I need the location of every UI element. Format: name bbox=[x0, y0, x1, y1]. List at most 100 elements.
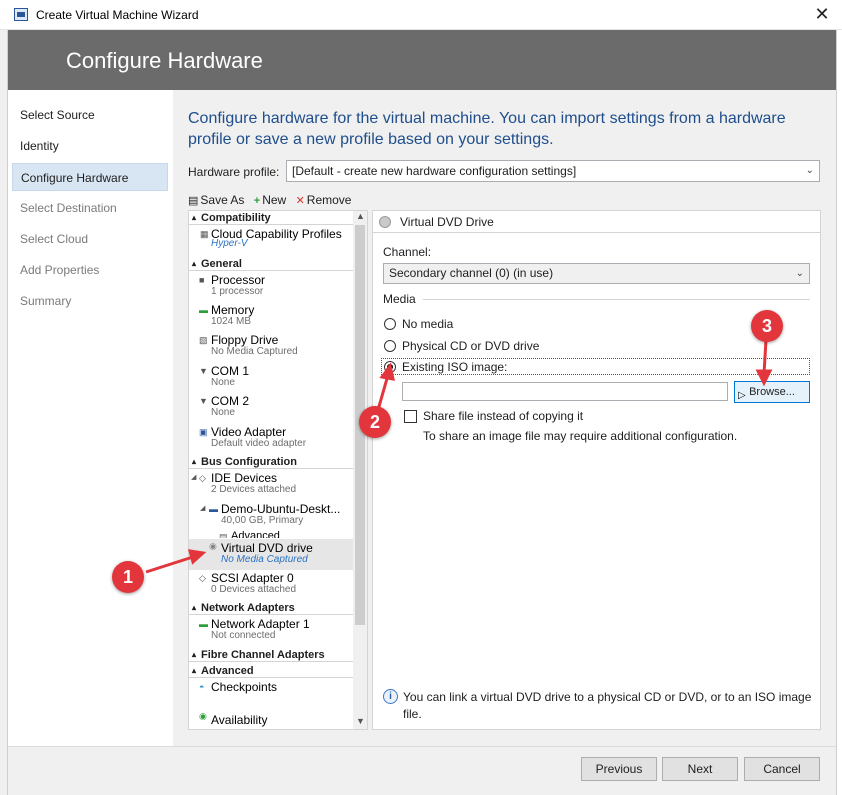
tree-item-sub: None bbox=[211, 377, 235, 388]
dvd-settings-panel: Virtual DVD Drive Channel: Secondary cha… bbox=[372, 210, 821, 730]
tree-item-name: Processor bbox=[211, 273, 266, 287]
step-configure-hardware[interactable]: Configure Hardware bbox=[12, 163, 168, 191]
share-file-note: To share an image file may require addit… bbox=[423, 429, 738, 443]
no-media-label[interactable]: No media bbox=[402, 317, 453, 331]
save-icon: ▤ bbox=[188, 195, 199, 207]
tree-item-checkpoints[interactable]: ◓ Checkpoints bbox=[189, 680, 353, 710]
next-button[interactable]: Next bbox=[662, 757, 738, 781]
step-summary: Summary bbox=[20, 294, 72, 308]
serial-port-icon: ▼ bbox=[199, 396, 208, 406]
close-icon[interactable]: ✕ bbox=[808, 2, 836, 26]
tree-item-availability[interactable]: ◉ Availability bbox=[189, 709, 353, 729]
tree-item-virtual-disk[interactable]: ◢ ▬ Demo-Ubuntu-Deskt... 40,00 GB, Prima… bbox=[189, 502, 353, 532]
tree-item-virtual-dvd-drive[interactable]: ◉ Virtual DVD drive No Media Captured bbox=[189, 539, 353, 570]
tree-item-sub: Default video adapter bbox=[211, 438, 307, 449]
tree-item-sub: Not connected bbox=[211, 630, 276, 641]
radio-no-media[interactable] bbox=[384, 318, 396, 330]
collapse-icon[interactable]: ◢ bbox=[200, 504, 209, 513]
remove-button[interactable]: ✕ Remove bbox=[296, 193, 352, 207]
tree-item-ide-devices[interactable]: ◢ ◇ IDE Devices 2 Devices attached bbox=[189, 471, 353, 501]
annotation-marker-1: 1 bbox=[112, 561, 144, 593]
step-identity[interactable]: Identity bbox=[12, 132, 168, 160]
panel-header: Virtual DVD Drive bbox=[373, 211, 820, 233]
hard-disk-icon: ▬ bbox=[209, 504, 218, 514]
background-window-edge-right bbox=[836, 30, 842, 795]
tree-item-processor[interactable]: ■ Processor 1 processor bbox=[189, 273, 353, 303]
tree-item-name: SCSI Adapter 0 bbox=[211, 571, 294, 585]
annotation-marker-2: 2 bbox=[359, 406, 391, 438]
media-label: Media bbox=[383, 292, 416, 306]
info-icon: i bbox=[383, 689, 398, 704]
tree-item-name: Memory bbox=[211, 303, 255, 317]
tree-item-com1[interactable]: ▼ COM 1 None bbox=[189, 364, 353, 394]
tree-item-sub: 2 Devices attached bbox=[211, 484, 297, 495]
tree-item-advanced-partial[interactable]: ▤ Advanced bbox=[189, 530, 353, 538]
step-select-source[interactable]: Select Source bbox=[12, 101, 168, 129]
hardware-tree[interactable]: Compatibility ▦ Cloud Capability Profile… bbox=[188, 210, 368, 730]
tree-item-sub: No Media Captured bbox=[211, 346, 298, 357]
scroll-up-icon[interactable]: ▲ bbox=[356, 211, 365, 221]
panel-title: Virtual DVD Drive bbox=[400, 215, 494, 229]
tree-item-name: COM 1 bbox=[211, 364, 250, 378]
existing-iso-label[interactable]: Existing ISO image: bbox=[402, 360, 507, 374]
new-label: New bbox=[262, 193, 287, 207]
radio-existing-iso[interactable] bbox=[384, 361, 396, 373]
tree-item-sub: 40,00 GB, Primary bbox=[221, 515, 304, 526]
tree-item-com2[interactable]: ▼ COM 2 None bbox=[189, 394, 353, 424]
section-advanced[interactable]: Advanced bbox=[189, 664, 353, 678]
new-button[interactable]: + New bbox=[254, 193, 286, 207]
tree-item-sub: 1024 MB bbox=[211, 316, 252, 327]
save-as-button[interactable]: ▤ Save As bbox=[188, 193, 244, 207]
floppy-icon: ▧ bbox=[199, 335, 208, 345]
tree-item-scsi-adapter[interactable]: ◇ SCSI Adapter 0 0 Devices attached bbox=[189, 571, 353, 601]
tree-item-name: Advanced bbox=[231, 530, 280, 538]
tree-item-sub: 1 processor bbox=[211, 286, 264, 297]
share-file-checkbox[interactable] bbox=[404, 410, 417, 423]
tree-item-name: Checkpoints bbox=[211, 680, 278, 694]
physical-drive-label[interactable]: Physical CD or DVD drive bbox=[402, 339, 539, 353]
tree-item-name: IDE Devices bbox=[211, 471, 278, 485]
tree-scrollbar[interactable]: ▲ ▼ bbox=[353, 211, 367, 729]
cloud-profile-icon: ▦ bbox=[200, 229, 209, 239]
scroll-down-icon[interactable]: ▼ bbox=[356, 716, 365, 726]
scsi-icon: ◇ bbox=[199, 573, 206, 583]
tree-item-name: COM 2 bbox=[211, 394, 250, 408]
wizard-steps: Select Source Identity Configure Hardwar… bbox=[8, 90, 172, 746]
tree-item-video-adapter[interactable]: ▣ Video Adapter Default video adapter bbox=[189, 425, 353, 455]
channel-select[interactable]: Secondary channel (0) (in use) ⌄ bbox=[383, 263, 810, 284]
section-network-adapters[interactable]: Network Adapters bbox=[189, 601, 353, 615]
tree-item-cloud-profiles[interactable]: ▦ Cloud Capability Profiles Hyper-V bbox=[189, 227, 353, 257]
tree-item-name: Video Adapter bbox=[211, 425, 287, 439]
section-bus-configuration[interactable]: Bus Configuration bbox=[189, 455, 353, 469]
intro-text: Configure hardware for the virtual machi… bbox=[188, 110, 786, 148]
ide-icon: ◇ bbox=[199, 473, 206, 483]
vmm-app-icon bbox=[14, 8, 28, 21]
tree-item-name: Demo-Ubuntu-Deskt... bbox=[221, 502, 341, 516]
tree-item-network-adapter[interactable]: ▬ Network Adapter 1 Not connected bbox=[189, 617, 353, 647]
memory-icon: ▬ bbox=[199, 305, 208, 315]
hardware-profile-select[interactable]: [Default - create new hardware configura… bbox=[286, 160, 820, 182]
tree-item-sub: No Media Captured bbox=[221, 554, 308, 565]
chevron-down-icon: ⌄ bbox=[795, 268, 804, 279]
cancel-button[interactable]: Cancel bbox=[744, 757, 820, 781]
annotation-marker-3: 3 bbox=[751, 310, 783, 342]
tree-item-name: Availability bbox=[211, 713, 268, 727]
iso-path-input[interactable] bbox=[402, 382, 728, 401]
hardware-profile-label: Hardware profile: bbox=[188, 165, 280, 179]
video-adapter-icon: ▣ bbox=[199, 427, 208, 437]
radio-physical-drive[interactable] bbox=[384, 340, 396, 352]
title-bar: Create Virtual Machine Wizard ✕ bbox=[0, 0, 842, 30]
tree-item-sub: None bbox=[211, 407, 235, 418]
section-general[interactable]: General bbox=[189, 257, 353, 271]
info-text: You can link a virtual DVD drive to a ph… bbox=[403, 690, 812, 721]
advanced-icon: ▤ bbox=[219, 532, 228, 538]
plus-icon: + bbox=[253, 195, 261, 207]
processor-icon: ■ bbox=[199, 275, 205, 285]
previous-button[interactable]: Previous bbox=[581, 757, 657, 781]
share-file-label[interactable]: Share file instead of copying it bbox=[423, 409, 583, 423]
section-fibre-channel[interactable]: Fibre Channel Adapters bbox=[189, 648, 353, 662]
page-title: Configure Hardware bbox=[66, 48, 263, 73]
tree-item-memory[interactable]: ▬ Memory 1024 MB bbox=[189, 303, 353, 333]
section-compatibility[interactable]: Compatibility bbox=[189, 211, 353, 225]
tree-item-floppy[interactable]: ▧ Floppy Drive No Media Captured bbox=[189, 333, 353, 363]
